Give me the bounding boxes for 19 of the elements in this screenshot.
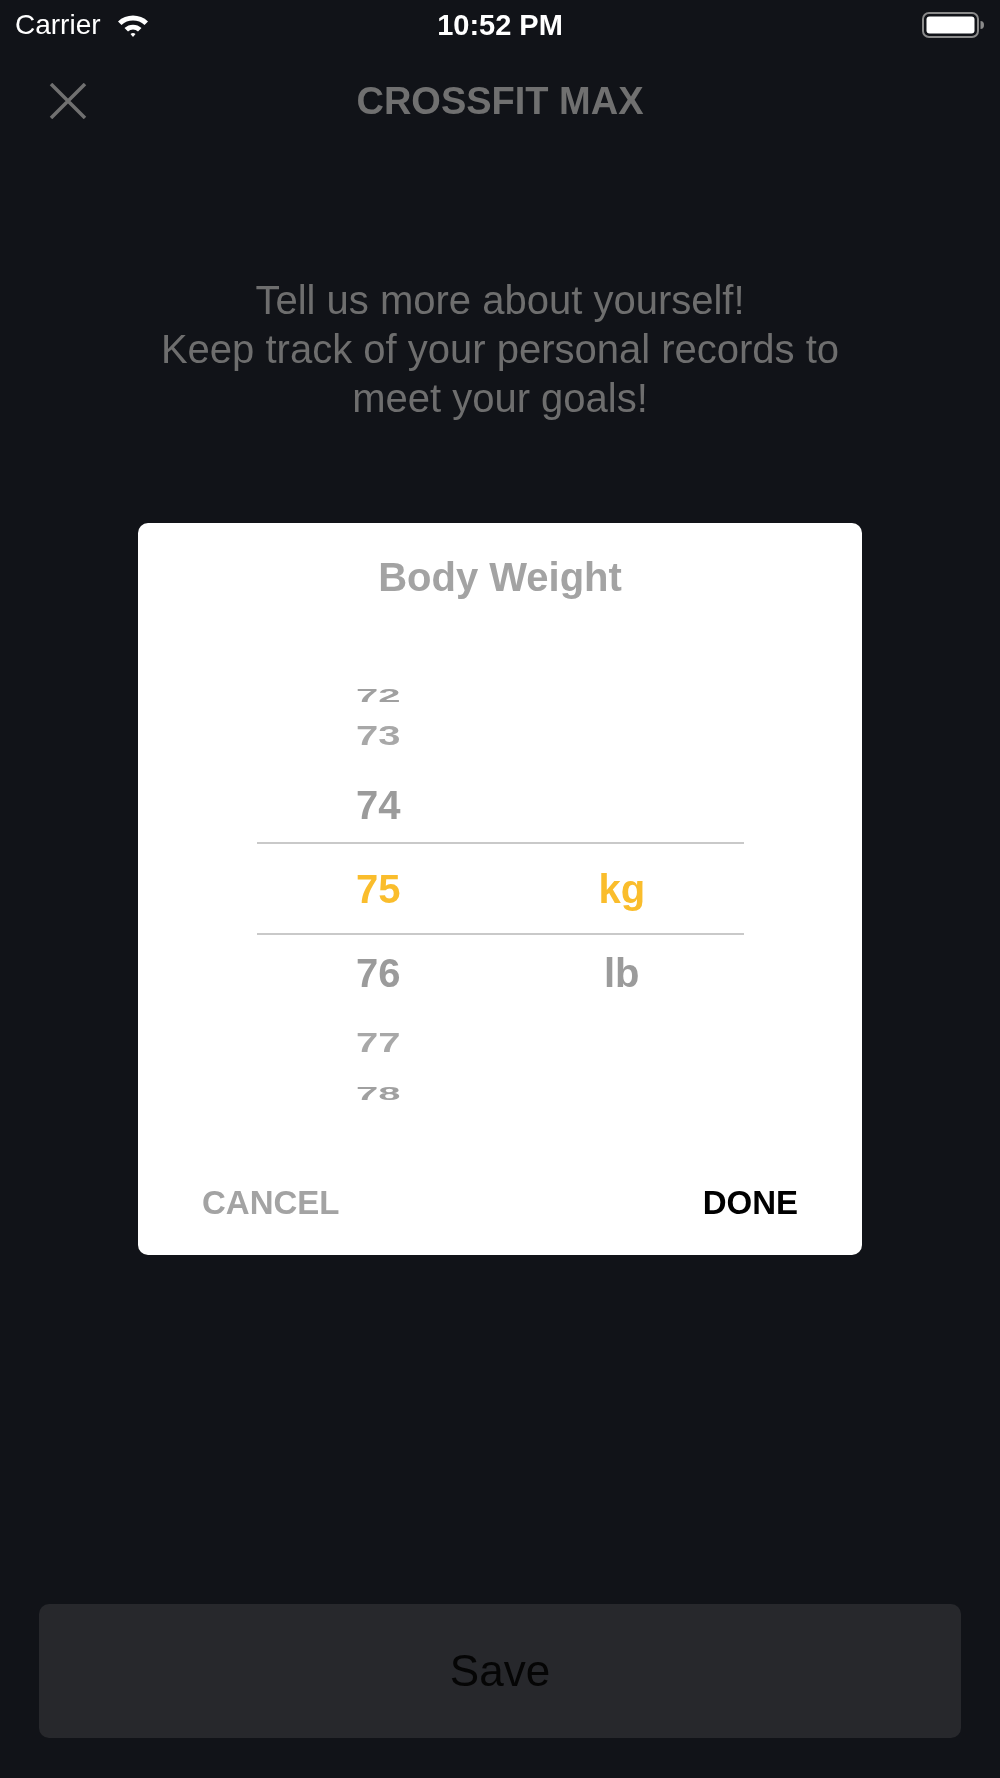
status-time: 10:52 PM: [437, 10, 563, 40]
close-icon: [49, 83, 87, 119]
wifi-icon: [116, 13, 149, 37]
dialog-button[interactable]: DONE: [686, 1172, 814, 1232]
dialog-button[interactable]: CANCEL: [186, 1172, 356, 1232]
picker-option[interactable]: 74: [356, 784, 401, 825]
intro-text: Tell us more about yourself! Keep track of your personal records to meet your goals!: [159, 277, 841, 422]
carrier-label: Carrier: [15, 11, 101, 39]
battery-icon: [922, 12, 985, 38]
picker-option[interactable]: 78: [356, 1085, 401, 1103]
picker-option[interactable]: kg: [598, 868, 646, 909]
dialog-title: Body Weight: [378, 554, 622, 601]
picker-option[interactable]: 72: [356, 687, 401, 705]
picker-option[interactable]: 75: [356, 868, 401, 909]
picker-option[interactable]: 77: [356, 1028, 401, 1056]
page-title: CROSSFIT MAX: [356, 82, 644, 120]
picker-option[interactable]: 73: [356, 721, 401, 749]
picker-option[interactable]: lb: [603, 952, 640, 993]
picker-option[interactable]: 76: [356, 952, 401, 993]
